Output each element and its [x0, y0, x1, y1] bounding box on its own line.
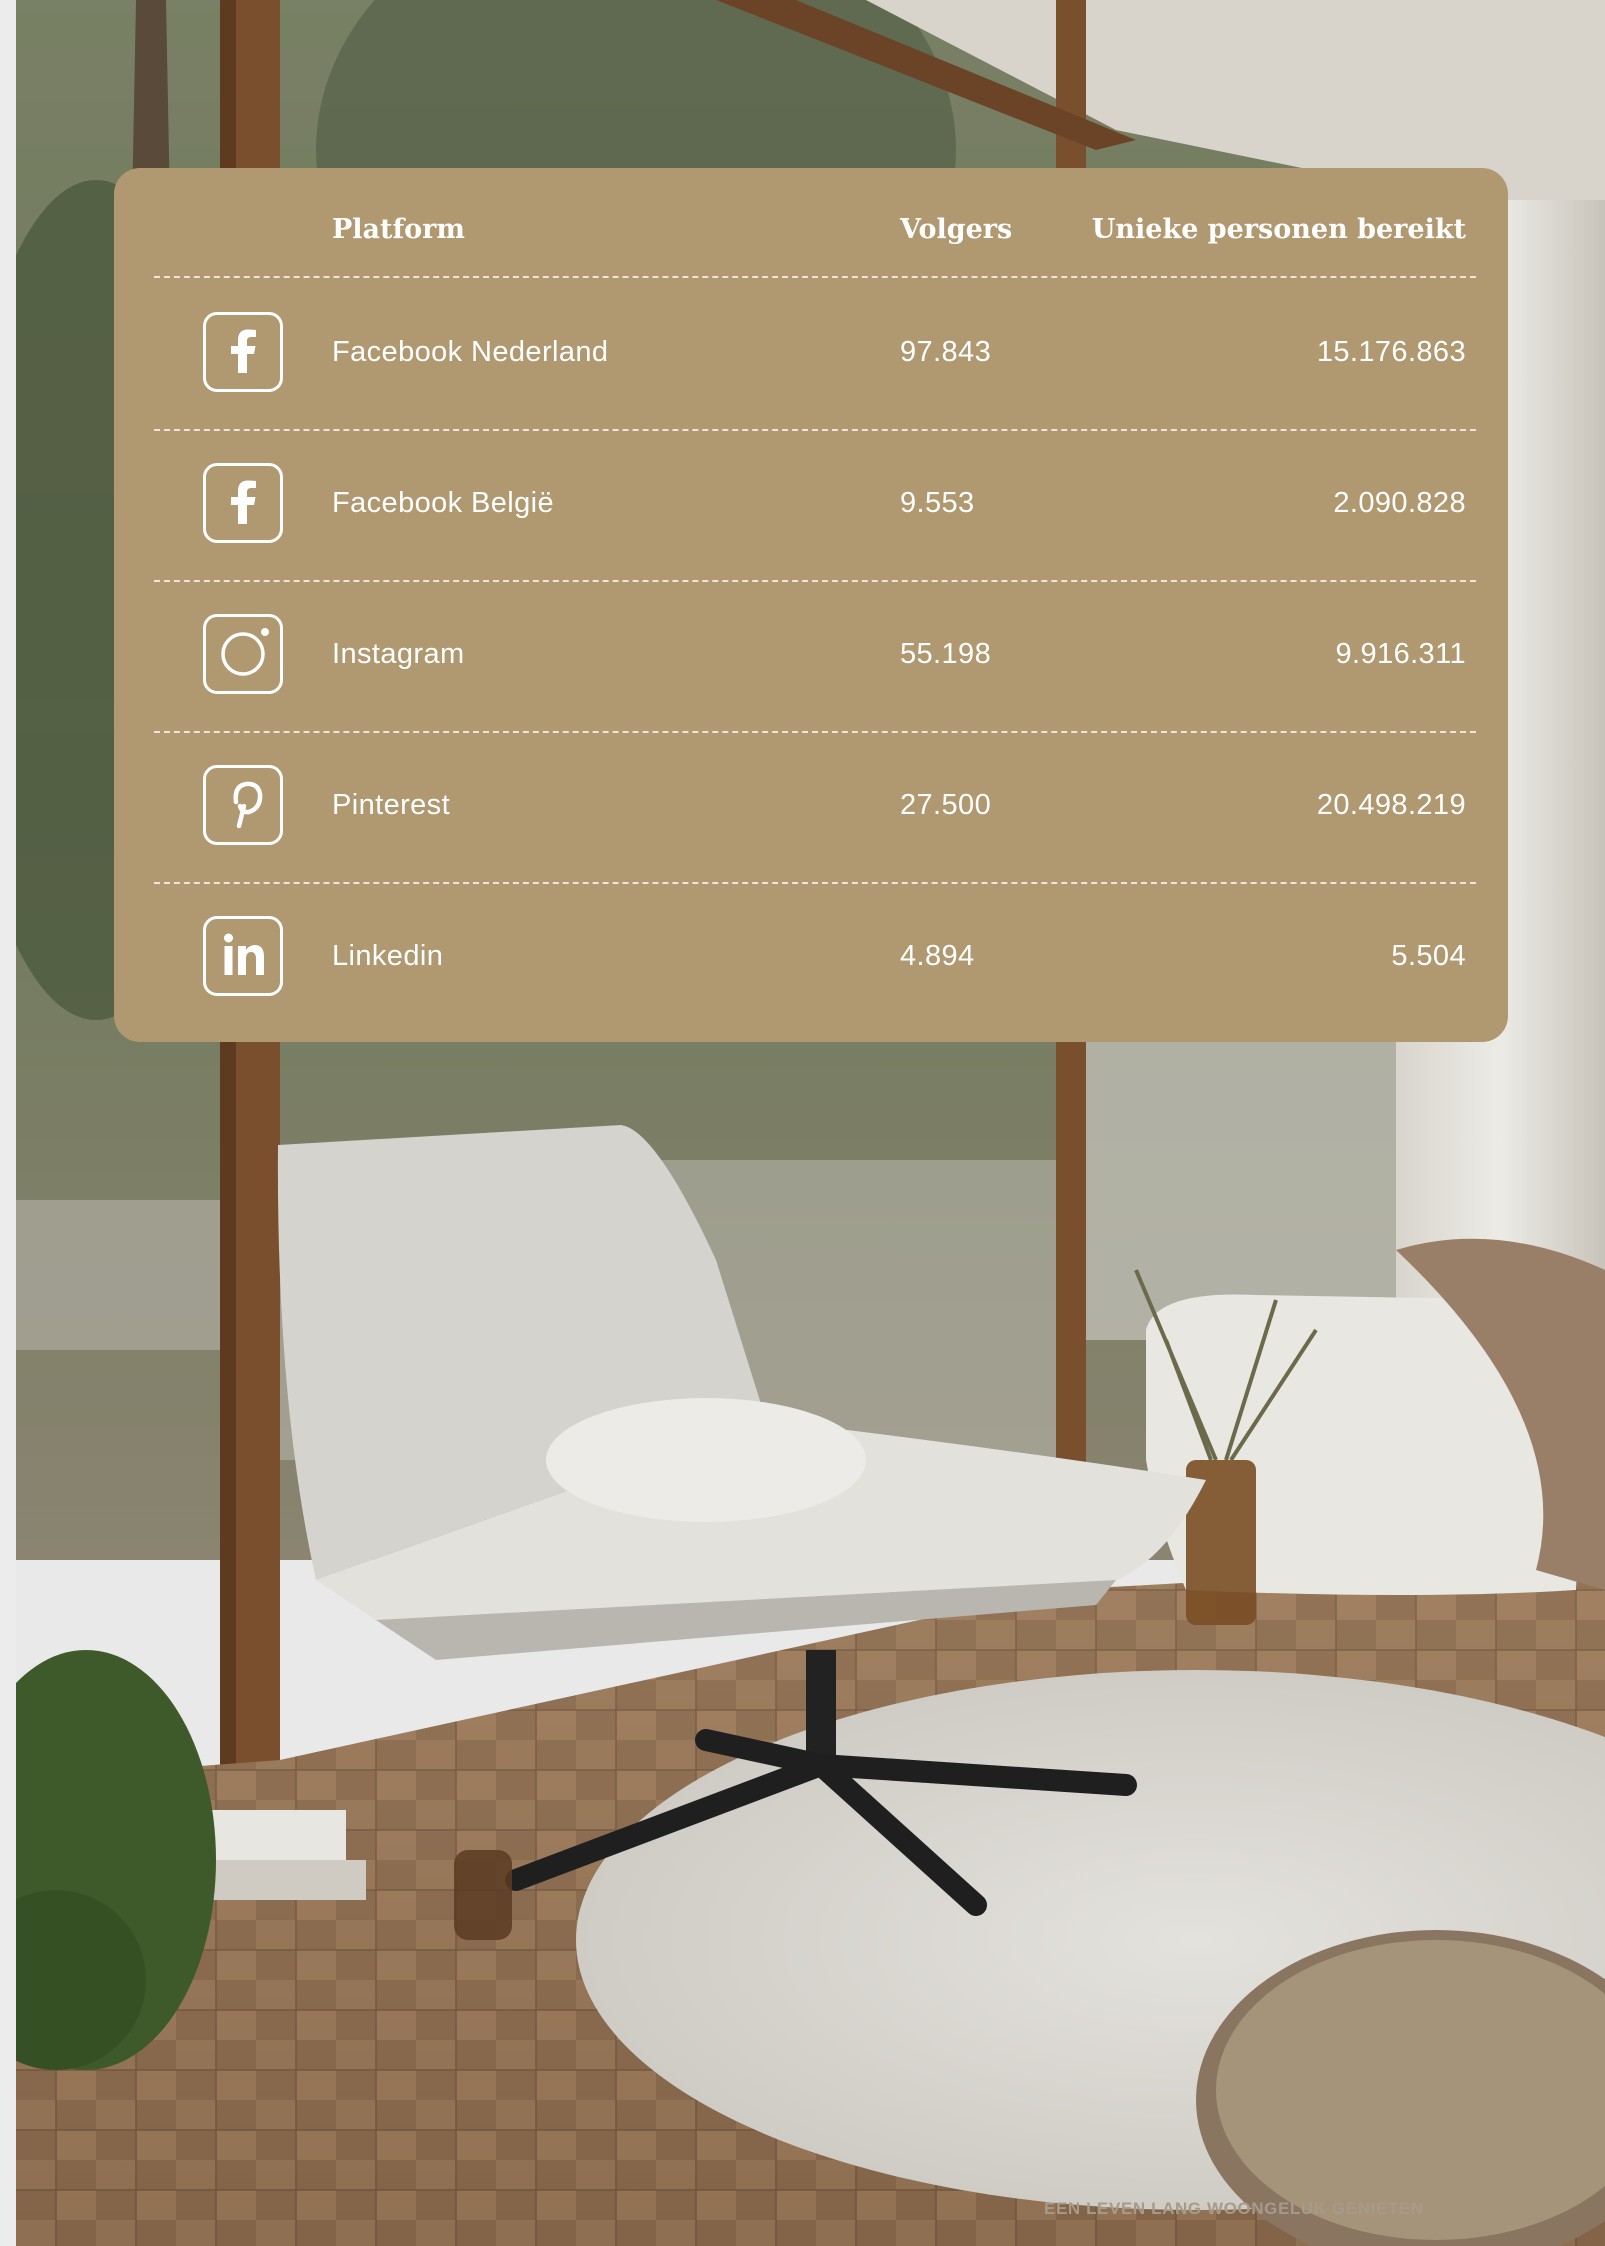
followers-value: 9.553 [900, 487, 975, 519]
followers-value: 27.500 [900, 789, 992, 821]
table-header: Platform Volgers Unieke personen bereikt [154, 168, 1476, 278]
table-row: Instagram 55.198 9.916.311 [154, 580, 1476, 733]
reach-value: 2.090.828 [1333, 487, 1466, 519]
reach-value: 20.498.219 [1316, 789, 1466, 821]
followers-value: 55.198 [900, 638, 992, 670]
table-row: Facebook Nederland 97.843 15.176.863 [154, 278, 1476, 431]
followers-value: 97.843 [900, 336, 992, 368]
facebook-icon [203, 463, 283, 543]
reach-value: 15.176.863 [1316, 336, 1466, 368]
page: Platform Volgers Unieke personen bereikt… [0, 0, 1605, 2246]
reach-value: 5.504 [1391, 940, 1466, 972]
platform-name: Pinterest [332, 789, 451, 821]
pinterest-icon [203, 765, 283, 845]
platform-name: Facebook België [332, 487, 555, 519]
header-followers: Volgers [900, 214, 1013, 245]
reach-value: 9.916.311 [1335, 638, 1466, 670]
instagram-icon [203, 614, 283, 694]
page-edge [0, 0, 16, 2246]
facebook-icon [203, 312, 283, 392]
followers-value: 4.894 [900, 940, 975, 972]
header-platform: Platform [332, 214, 465, 245]
platform-name: Facebook Nederland [332, 336, 609, 368]
platform-name: Instagram [332, 638, 465, 670]
header-reach: Unieke personen bereikt [1091, 214, 1466, 245]
linkedin-icon [203, 916, 283, 996]
table-row: Facebook België 9.553 2.090.828 [154, 429, 1476, 582]
footer-tagline: EEN LEVEN LANG WOONGELUK GENIETEN [1044, 2199, 1424, 2218]
table-row: Pinterest 27.500 20.498.219 [154, 731, 1476, 884]
social-stats-card: Platform Volgers Unieke personen bereikt… [114, 168, 1508, 1042]
platform-name: Linkedin [332, 940, 444, 972]
table-row: Linkedin 4.894 5.504 [154, 882, 1476, 1033]
